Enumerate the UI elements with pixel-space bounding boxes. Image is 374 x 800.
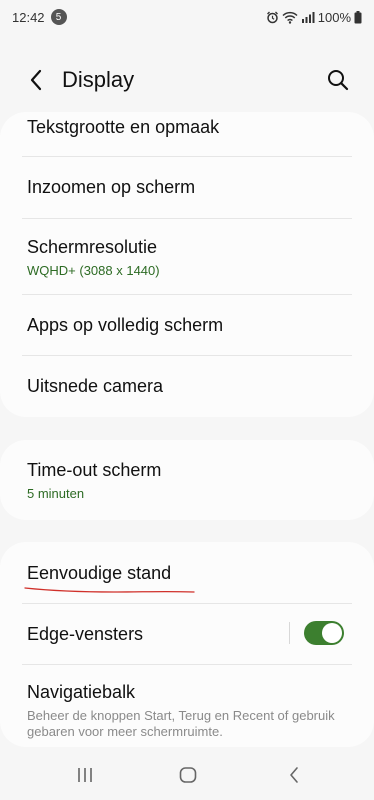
home-icon [179, 767, 197, 783]
setting-title: Apps op volledig scherm [27, 315, 224, 335]
setting-title: Edge-vensters [27, 624, 144, 644]
setting-title: Tekstgrootte en opmaak [27, 117, 220, 137]
setting-title: Time-out scherm [27, 460, 162, 480]
alarm-icon [266, 11, 279, 24]
nav-back-button[interactable] [281, 762, 307, 788]
system-nav-bar [0, 750, 374, 800]
notification-count-badge: 5 [50, 9, 67, 25]
setting-title: Navigatiebalk [27, 682, 136, 702]
chevron-left-icon [30, 69, 42, 91]
app-header: Display [0, 52, 374, 108]
back-button[interactable] [22, 66, 50, 94]
wifi-icon [282, 11, 298, 24]
battery-icon [354, 10, 362, 24]
setting-camera-cutout[interactable]: Uitsnede camera [0, 356, 374, 416]
status-bar: 12:42 5 100% [0, 0, 374, 34]
status-icons: 100% [266, 10, 362, 25]
home-button[interactable] [175, 762, 201, 788]
setting-subtitle: WQHD+ (3088 x 1440) [27, 263, 160, 278]
setting-subtitle: 5 minuten [27, 486, 85, 501]
setting-screen-timeout[interactable]: Time-out scherm 5 minuten [0, 440, 374, 520]
search-button[interactable] [324, 66, 352, 94]
edge-panels-toggle[interactable] [304, 621, 344, 645]
setting-description: Beheer de knoppen Start, Terug en Recent… [27, 708, 335, 739]
recent-apps-icon [78, 768, 92, 782]
search-icon [328, 70, 349, 91]
setting-title: Uitsnede camera [27, 376, 164, 396]
setting-resolution[interactable]: Schermresolutie WQHD+ (3088 x 1440) [0, 219, 374, 294]
setting-fullscreen-apps[interactable]: Apps op volledig scherm [0, 295, 374, 355]
battery-percentage: 100% [317, 9, 351, 25]
setting-text-size[interactable]: Tekstgrootte en opmaak [0, 112, 374, 156]
signal-icon [301, 11, 315, 23]
page-title: Display [62, 67, 135, 92]
setting-zoom[interactable]: Inzoomen op scherm [0, 157, 374, 217]
setting-navigation-bar[interactable]: Navigatiebalk Beheer de knoppen Start, T… [0, 665, 374, 745]
red-underline-annotation [24, 587, 195, 593]
setting-title: Eenvoudige stand [27, 563, 172, 583]
recent-apps-button[interactable] [72, 762, 98, 788]
setting-title: Inzoomen op scherm [27, 177, 196, 197]
toggle-separator [289, 622, 290, 644]
setting-title: Schermresolutie [27, 237, 158, 257]
settings-group-display: Tekstgrootte en opmaak Inzoomen op scher… [0, 112, 374, 417]
toggle-knob [322, 623, 342, 643]
status-time: 12:42 [12, 9, 45, 25]
settings-group-timeout: Time-out scherm 5 minuten [0, 440, 374, 520]
back-icon [290, 767, 298, 783]
screen: 12:42 5 100% Display Tekstgrootte en opm… [0, 0, 374, 800]
